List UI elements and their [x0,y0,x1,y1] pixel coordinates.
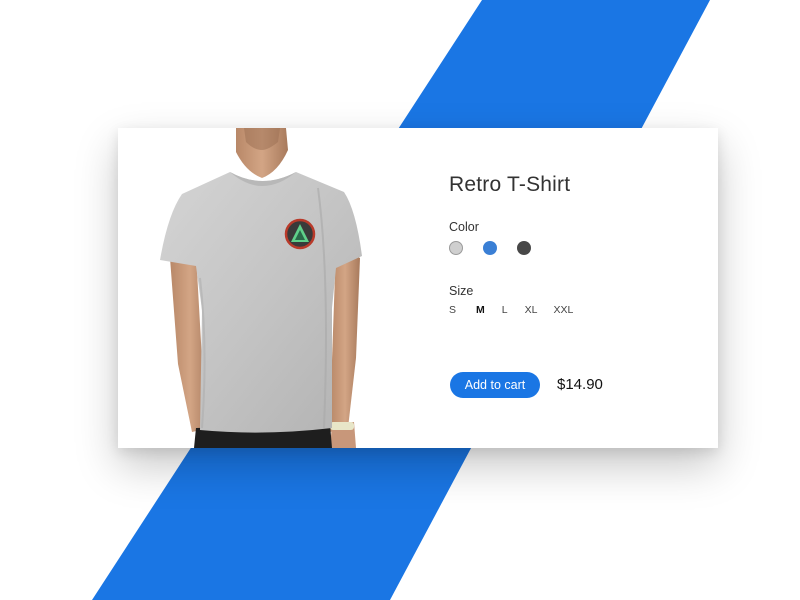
size-option-xl[interactable]: XL [525,304,538,316]
color-swatch-charcoal[interactable] [517,241,531,255]
product-title: Retro T-Shirt [449,173,571,196]
color-options [449,241,531,255]
size-option-xxl[interactable]: XXL [553,304,573,316]
size-option-m[interactable]: M [476,304,485,316]
size-label: Size [449,284,474,298]
product-card: Retro T-Shirt Color Size S M L XL XXL Ad… [118,128,718,448]
color-label: Color [449,220,479,234]
add-to-cart-button[interactable]: Add to cart [450,372,540,398]
product-photo [118,128,408,448]
size-option-l[interactable]: L [502,304,508,316]
size-option-s[interactable]: S [449,304,456,316]
color-swatch-light-gray[interactable] [449,241,463,255]
product-showcase: Retro T-Shirt Color Size S M L XL XXL Ad… [0,0,800,600]
product-details: Retro T-Shirt Color Size S M L XL XXL Ad… [449,128,709,448]
product-price: $14.90 [557,376,603,393]
color-swatch-blue[interactable] [483,241,497,255]
size-options: S M L XL XXL [449,304,573,316]
